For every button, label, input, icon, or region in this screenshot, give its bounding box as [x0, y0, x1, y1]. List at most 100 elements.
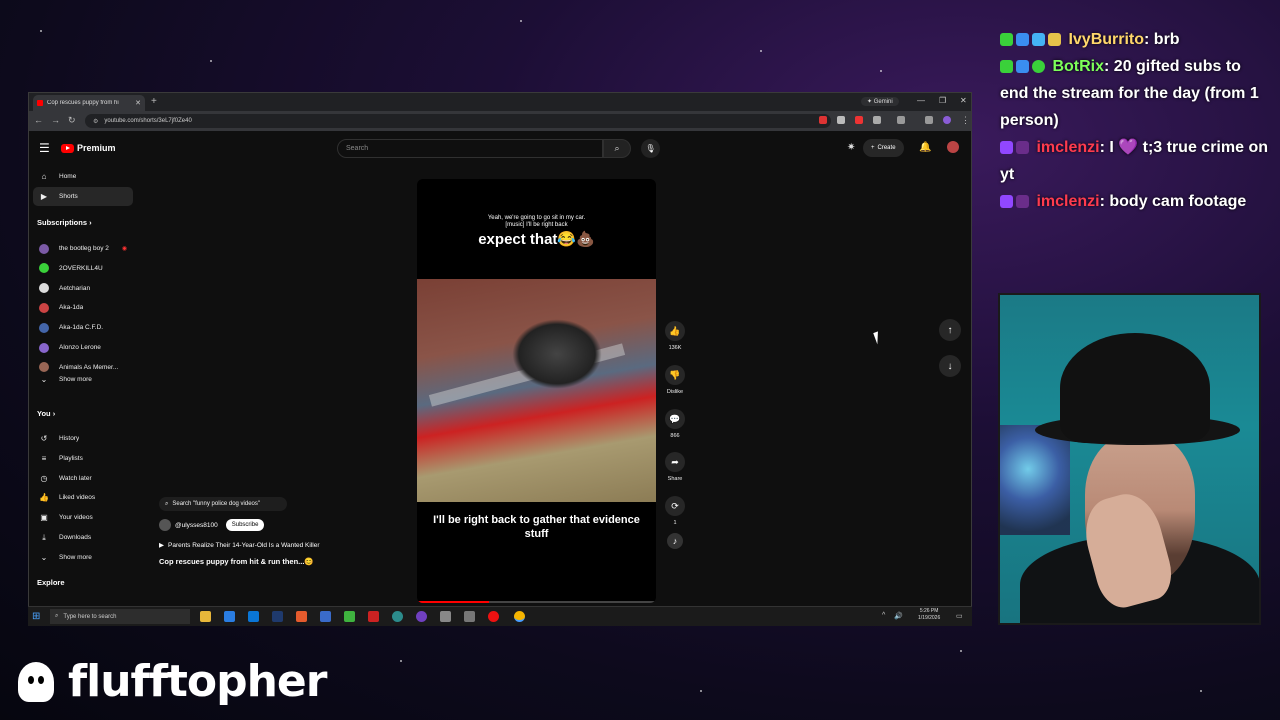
forward-icon[interactable]: →: [51, 115, 60, 125]
remix-icon[interactable]: ⟳: [665, 496, 685, 516]
account-avatar[interactable]: [947, 141, 959, 153]
next-short-button[interactable]: ↓: [939, 355, 961, 377]
search-input[interactable]: Search: [337, 139, 603, 158]
xbox-icon[interactable]: [344, 611, 355, 622]
reload-icon[interactable]: ↻: [68, 115, 76, 126]
like-icon[interactable]: 👍: [665, 321, 685, 341]
app-icon[interactable]: [416, 611, 427, 622]
menu-dots-icon[interactable]: ⋮: [961, 115, 970, 126]
close-window-icon[interactable]: ✕: [960, 96, 967, 105]
sidebar-item-history[interactable]: ↺ History: [33, 429, 133, 448]
site-info-icon[interactable]: ⚙: [93, 118, 98, 125]
sidebar-subscription-item[interactable]: 2OVERKILL4U: [33, 259, 133, 278]
firefox-icon[interactable]: [296, 611, 307, 622]
you-header[interactable]: You ›: [37, 409, 55, 418]
comments-action[interactable]: 💬 866: [665, 409, 685, 439]
youtube-logo[interactable]: Premium: [61, 143, 116, 153]
video-title: Cop rescues puppy from hit & run then...…: [159, 557, 314, 566]
taskbar-search-placeholder: Type here to search: [63, 613, 117, 620]
dislike-action[interactable]: 👎 Dislike: [665, 365, 685, 395]
profile-icon[interactable]: [943, 116, 951, 124]
sidebar-item-playlists[interactable]: ≡ Playlists: [33, 449, 133, 468]
short-info-panel: ⌕ Search "funny police dog videos" @ulys…: [159, 497, 399, 566]
sidebar-item-your-videos[interactable]: ▣ Your videos: [33, 508, 133, 527]
app-icon[interactable]: [368, 611, 379, 622]
address-bar[interactable]: ⚙ youtube.com/shorts/3eL7jf0Ze40: [85, 114, 831, 128]
app-icon[interactable]: [320, 611, 331, 622]
minimize-icon[interactable]: —: [917, 96, 925, 105]
sidebar-subscription-item[interactable]: Aka-1da C.F.D.: [33, 318, 133, 337]
search-button[interactable]: ⌕: [603, 139, 631, 158]
related-search-label: Search "funny police dog videos": [172, 501, 261, 507]
badge-icon: [1032, 33, 1045, 46]
shorts-player[interactable]: Yeah, we're going to go sit in my car. […: [417, 179, 656, 603]
sidebar-item-shorts[interactable]: ▶ Shorts: [33, 187, 133, 206]
extension-icon[interactable]: [837, 116, 845, 124]
sidebar-subscription-item[interactable]: Aka-1da: [33, 298, 133, 317]
previous-short-button[interactable]: ↑: [939, 319, 961, 341]
hamburger-menu-icon[interactable]: ☰: [39, 141, 50, 155]
subscriptions-header[interactable]: Subscriptions ›: [37, 218, 92, 227]
sidebar-item-liked-videos[interactable]: 👍 Liked videos: [33, 488, 133, 507]
app-icon[interactable]: [440, 611, 451, 622]
verified-icon: [1032, 60, 1045, 73]
sparkle-icon[interactable]: ✷: [847, 142, 855, 153]
share-action[interactable]: ➦ Share: [665, 452, 685, 482]
dislike-icon[interactable]: 👎: [665, 365, 685, 385]
sidebar-subscription-item[interactable]: Aetcharian: [33, 279, 133, 298]
stream-chat: IvyBurrito: brb BotRix: 20 gifted subs t…: [1000, 26, 1272, 215]
windows-start-icon[interactable]: ⊞: [32, 611, 40, 622]
new-tab-icon[interactable]: +: [151, 96, 157, 107]
sidebar-item-label: Watch later: [59, 474, 92, 482]
you-header-label: You: [37, 409, 51, 418]
tray-chevron-icon[interactable]: ^: [882, 612, 885, 619]
extension-icon[interactable]: [925, 116, 933, 124]
taskbar-search-input[interactable]: ⌕ Type here to search: [50, 609, 190, 624]
channel-name[interactable]: @ulysses8100: [175, 522, 218, 529]
like-action[interactable]: 👍 136K: [665, 321, 685, 351]
chrome-icon[interactable]: [514, 611, 525, 622]
channel-avatar[interactable]: [159, 519, 171, 531]
notifications-bell-icon[interactable]: 🔔: [919, 142, 931, 153]
create-button[interactable]: + Create: [863, 139, 904, 157]
related-search-pill[interactable]: ⌕ Search "funny police dog videos": [159, 497, 287, 511]
related-video-link[interactable]: ▶ Parents Realize Their 14-Year-Old Is a…: [159, 541, 399, 550]
sound-avatar[interactable]: ♪: [665, 533, 685, 549]
obs-icon[interactable]: [488, 611, 499, 622]
comment-icon[interactable]: 💬: [665, 409, 685, 429]
remix-action[interactable]: ⟳ 1: [665, 496, 685, 526]
sound-icon[interactable]: ♪: [667, 533, 683, 549]
close-tab-icon[interactable]: ✕: [135, 99, 141, 107]
sidebar-item-downloads[interactable]: ⤓ Downloads: [33, 528, 133, 547]
file-explorer-icon[interactable]: [200, 611, 211, 622]
notification-center-icon[interactable]: ▭: [956, 612, 963, 620]
extension-icon[interactable]: [897, 116, 905, 124]
active-tab[interactable]: Cop rescues puppy from hi ✕: [33, 95, 145, 111]
app-icon[interactable]: [464, 611, 475, 622]
share-icon[interactable]: ➦: [665, 452, 685, 472]
extension-icon[interactable]: [855, 116, 863, 124]
live-indicator-icon: ◉: [121, 246, 128, 252]
sidebar-subscription-item[interactable]: the bootleg boy 2 ◉: [33, 239, 133, 258]
extension-icon[interactable]: [873, 116, 881, 124]
sidebar-item-home[interactable]: ⌂ Home: [33, 167, 133, 186]
video-progress-bar[interactable]: [417, 601, 656, 603]
caption-line: [music] I'll be right back: [505, 222, 568, 228]
edge-icon[interactable]: [224, 611, 235, 622]
app-icon[interactable]: [392, 611, 403, 622]
volume-icon[interactable]: 🔊: [894, 612, 903, 620]
video-frame[interactable]: [417, 279, 656, 502]
gemini-button[interactable]: ✦ Gemini: [861, 97, 899, 106]
maximize-icon[interactable]: ❐: [939, 96, 946, 105]
sidebar-subscription-item[interactable]: Alonzo Lerone: [33, 338, 133, 357]
sidebar-item-show-more[interactable]: ⌄ Show more: [33, 548, 133, 567]
app-icon[interactable]: [272, 611, 283, 622]
subscribe-button[interactable]: Subscribe: [225, 519, 265, 531]
taskbar-clock[interactable]: 5:26 PM 1/19/2026: [918, 608, 940, 622]
extension-icon[interactable]: [819, 116, 827, 124]
sidebar-item-show-more[interactable]: ⌄ Show more: [33, 370, 133, 389]
sidebar-item-watch-later[interactable]: ◷ Watch later: [33, 469, 133, 488]
store-icon[interactable]: [248, 611, 259, 622]
back-icon[interactable]: ←: [34, 115, 43, 125]
voice-search-button[interactable]: 🎙: [641, 139, 660, 158]
